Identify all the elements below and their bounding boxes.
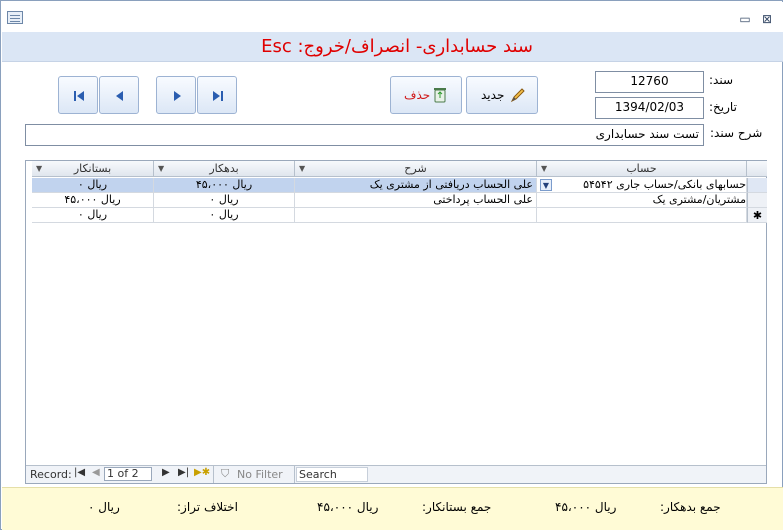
prev-record-nav-icon[interactable]: ◀ <box>92 467 100 478</box>
table-cell-credit[interactable]: ریال ۰ <box>32 178 154 193</box>
first-record-nav-icon[interactable]: |◀ <box>74 467 85 478</box>
next-record-nav-icon[interactable]: ▶ <box>162 467 170 478</box>
column-header-description[interactable]: ▼ شرح <box>295 161 537 177</box>
date-label: تاریخ: <box>709 100 737 114</box>
form-window: ▭ ⊠ سند حسابداری- انصراف/خروج: Esc حذف ج… <box>0 0 783 530</box>
record-label: Record: <box>30 468 72 481</box>
last-record-nav-icon[interactable]: ▶| <box>178 467 189 478</box>
first-record-button[interactable] <box>58 76 98 114</box>
column-header-debit[interactable]: ▼ بدهکار <box>154 161 295 177</box>
account-value: حسابهای بانکی/حساب جاری ۵۴۵۴۲ <box>583 178 746 191</box>
table-cell-debit[interactable]: ریال ۰ <box>154 208 295 223</box>
search-input[interactable]: Search <box>296 467 368 482</box>
minimize-button[interactable]: ▭ <box>737 11 753 27</box>
form-title: سند حسابداری- انصراف/خروج: Esc <box>261 36 533 57</box>
column-header-credit[interactable]: ▼ بستانکار <box>32 161 154 177</box>
table-cell-description[interactable]: علی الحساب پرداختی <box>295 193 537 208</box>
table-cell-account[interactable]: مشتریان/مشتری یک <box>537 193 747 208</box>
debit-total-value: ریال ۴۵،۰۰۰ <box>555 500 617 514</box>
table-cell-debit[interactable]: ریال ۴۵،۰۰۰ <box>154 178 295 193</box>
dropdown-icon: ▼ <box>36 164 43 173</box>
record-number-input[interactable]: 1 of 2 <box>104 467 152 481</box>
description-field[interactable]: تست سند حسابداری <box>25 124 704 146</box>
row-selector[interactable] <box>747 178 767 193</box>
previous-record-button[interactable] <box>99 76 139 114</box>
divider <box>213 466 214 483</box>
new-label: جدید <box>481 88 505 102</box>
table-cell-credit[interactable]: ریال ۰ <box>32 208 154 223</box>
date-field[interactable]: 1394/02/03 <box>595 97 704 119</box>
credit-total-value: ریال ۴۵،۰۰۰ <box>317 500 379 514</box>
last-record-button[interactable] <box>197 76 237 114</box>
next-record-button[interactable] <box>156 76 196 114</box>
divider <box>294 466 295 483</box>
close-button[interactable]: ⊠ <box>759 11 775 27</box>
delete-button[interactable]: حذف <box>390 76 462 114</box>
first-record-icon <box>74 91 84 101</box>
table-cell-account[interactable] <box>537 208 747 223</box>
table-cell-debit[interactable]: ریال ۰ <box>154 193 295 208</box>
new-record-marker[interactable]: ✱ <box>747 208 767 223</box>
debit-total-label: جمع بدهکار: <box>660 500 721 514</box>
pencil-icon <box>510 88 525 103</box>
form-icon[interactable] <box>7 11 23 24</box>
select-all-corner[interactable] <box>747 161 767 177</box>
table-cell-credit[interactable]: ریال ۴۵،۰۰۰ <box>32 193 154 208</box>
account-dropdown-icon[interactable]: ▼ <box>540 179 552 191</box>
table-cell-account[interactable]: حسابهای بانکی/حساب جاری ۵۴۵۴۲ <box>537 178 747 193</box>
filter-status[interactable]: No Filter <box>237 468 283 481</box>
credit-total-label: جمع بستانکار: <box>422 500 492 514</box>
new-button[interactable]: جدید <box>466 76 538 114</box>
dropdown-icon: ▼ <box>541 164 548 173</box>
last-record-icon <box>213 91 223 101</box>
description-label: شرح سند: <box>710 126 763 140</box>
next-icon <box>174 91 181 101</box>
record-navigation-bar: Record: |◀ ◀ 1 of 2 ▶ ▶| ▶✱ ⛉ No Filter … <box>26 465 766 483</box>
row-selector[interactable] <box>747 193 767 208</box>
no-filter-icon[interactable]: ⛉ <box>221 467 229 481</box>
previous-icon <box>116 91 123 101</box>
table-cell-description[interactable]: علی الحساب دریافتی از مشتری یک <box>295 178 537 193</box>
journal-lines-grid: ▼ بستانکار ▼ بدهکار ▼ شرح ▼ حساب ریال ۰ ریال… <box>25 160 767 484</box>
balance-difference-value: ریال ۰ <box>88 500 120 514</box>
title-bar: ▭ ⊠ <box>2 2 783 32</box>
form-header: سند حسابداری- انصراف/خروج: Esc <box>2 32 783 62</box>
balance-difference-label: اختلاف تراز: <box>177 500 238 514</box>
dropdown-icon: ▼ <box>158 164 165 173</box>
new-record-nav-icon[interactable]: ▶✱ <box>194 467 210 478</box>
dropdown-icon: ▼ <box>299 164 306 173</box>
column-header-account[interactable]: ▼ حساب <box>537 161 747 177</box>
doc-number-field[interactable]: 12760 <box>595 71 704 93</box>
delete-label: حذف <box>404 88 431 102</box>
table-cell-description[interactable] <box>295 208 537 223</box>
doc-number-label: سند: <box>709 73 734 87</box>
recycle-bin-icon <box>434 88 446 103</box>
form-footer: جمع بدهکار: ریال ۴۵،۰۰۰ جمع بستانکار: ری… <box>2 487 783 530</box>
